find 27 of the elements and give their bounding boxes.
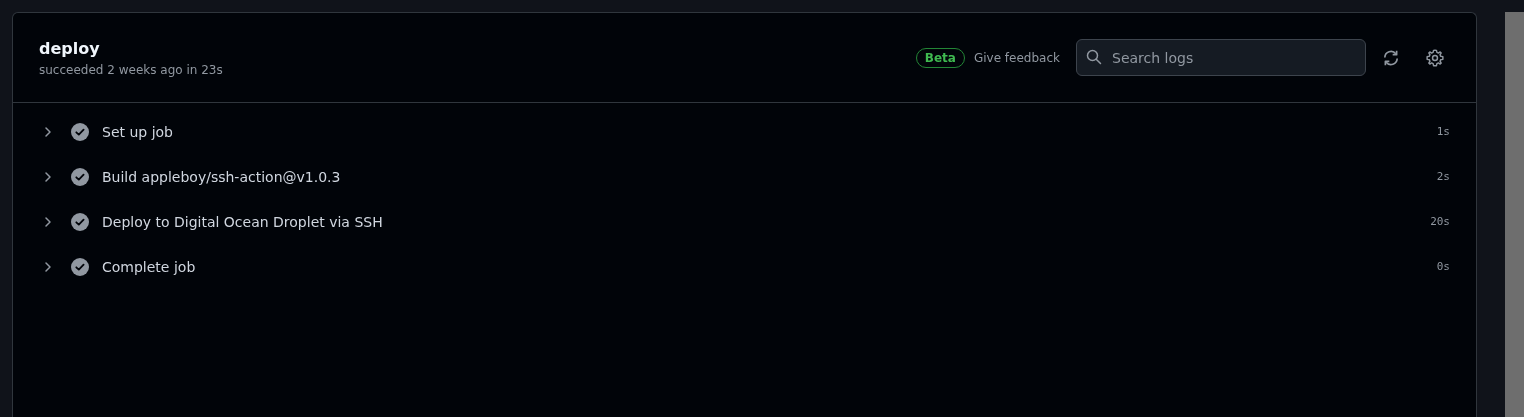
job-summary: succeeded 2 weeks ago in 23s [39, 62, 223, 77]
refresh-icon[interactable] [1382, 48, 1400, 67]
chevron-icon[interactable] [43, 260, 53, 273]
step-row[interactable]: Deploy to Digital Ocean Droplet via SSH 20s [13, 199, 1476, 244]
step-duration: 2s [1436, 170, 1450, 183]
step-duration: 0s [1436, 260, 1450, 273]
step-duration: 1s [1436, 125, 1450, 138]
feedback-link[interactable]: Give feedback [973, 50, 1060, 65]
step-duration: 20s [1430, 215, 1450, 228]
chevron-icon[interactable] [43, 170, 53, 183]
step-name: Build appleboy/ssh-action@v1.0.3 [102, 168, 342, 185]
step-row[interactable]: Build appleboy/ssh-action@v1.0.3 2s [13, 154, 1476, 199]
chevron-icon[interactable] [43, 125, 53, 138]
step-row[interactable]: Complete job 0s [13, 244, 1476, 289]
check-circle-icon [71, 167, 89, 186]
step-name: Deploy to Digital Ocean Droplet via SSH [102, 213, 384, 230]
step-name: Set up job [102, 123, 174, 140]
step-row[interactable]: Set up job 1s [13, 109, 1476, 154]
check-circle-icon [71, 212, 89, 231]
chevron-icon[interactable] [43, 215, 53, 228]
step-name: Complete job [102, 258, 197, 275]
check-circle-icon [71, 257, 89, 276]
search-field[interactable]: Search logs [1076, 39, 1366, 76]
check-circle-icon [71, 122, 89, 141]
job-title: deploy [39, 38, 101, 58]
scrollbar[interactable] [1505, 12, 1524, 417]
settings-icon[interactable] [1426, 48, 1444, 67]
